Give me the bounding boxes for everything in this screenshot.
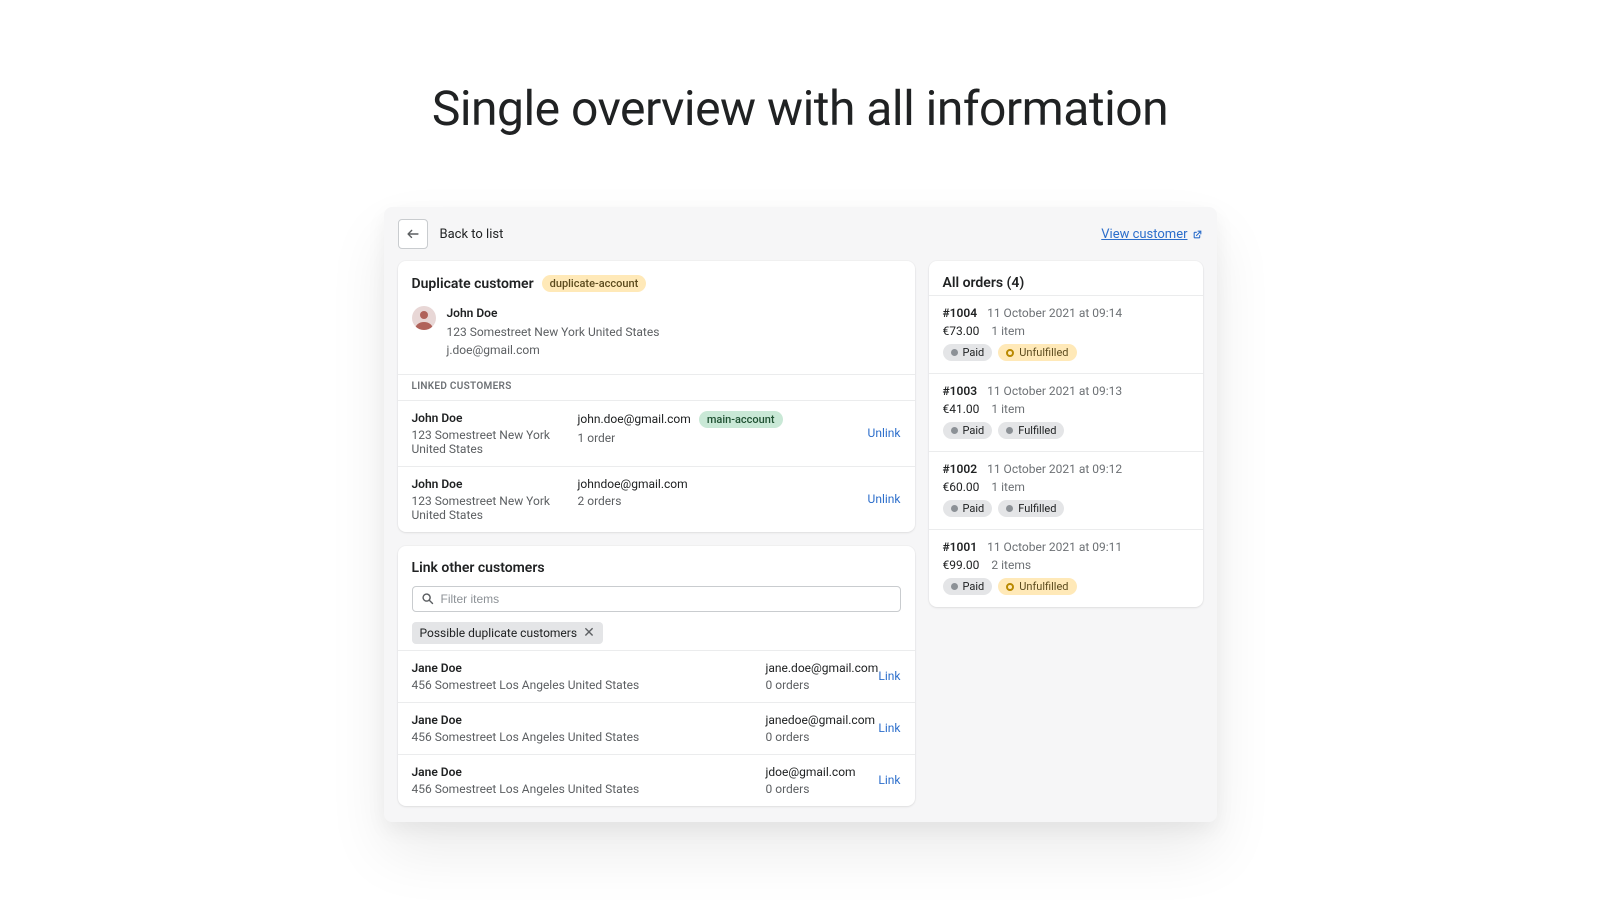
order-row: #1002 11 October 2021 at 09:12 €60.00 1 … [929, 451, 1203, 529]
candidate-orders: 0 orders [766, 678, 879, 692]
paid-badge: Paid [943, 578, 993, 595]
linked-name: John Doe [412, 477, 578, 491]
candidate-address: 456 Somestreet Los Angeles United States [412, 678, 766, 692]
paid-badge: Paid [943, 344, 993, 361]
unlink-button[interactable]: Unlink [868, 426, 901, 440]
order-price: €41.00 [943, 402, 980, 416]
back-label: Back to list [440, 227, 504, 242]
order-id: #1001 [943, 540, 978, 554]
duplicate-account-tag: duplicate-account [542, 275, 647, 292]
filter-chip-label: Possible duplicate customers [420, 626, 578, 640]
customer-email: j.doe@gmail.com [447, 341, 660, 360]
duplicate-customer-card: Duplicate customer duplicate-account Joh… [398, 261, 915, 532]
candidate-name: Jane Doe [412, 713, 766, 727]
unfulfilled-badge: Unfulfilled [998, 344, 1076, 361]
topbar: Back to list View customer [384, 207, 1217, 259]
candidate-orders: 0 orders [766, 730, 879, 744]
linked-orders: 2 orders [578, 494, 868, 508]
order-date: 11 October 2021 at 09:13 [987, 384, 1122, 398]
link-button[interactable]: Link [878, 669, 900, 683]
paid-badge: Paid [943, 422, 993, 439]
candidate-address: 456 Somestreet Los Angeles United States [412, 782, 766, 796]
candidate-email: janedoe@gmail.com [766, 713, 879, 727]
app-shell: Back to list View customer Duplicate cus… [384, 207, 1217, 822]
view-customer-label: View customer [1101, 227, 1187, 242]
link-other-title: Link other customers [398, 546, 915, 586]
order-id: #1002 [943, 462, 978, 476]
candidate-name: Jane Doe [412, 661, 766, 675]
back-button[interactable] [398, 219, 428, 249]
candidate-row: Jane Doe 456 Somestreet Los Angeles Unit… [398, 754, 915, 806]
link-button[interactable]: Link [878, 721, 900, 735]
linked-address: 123 Somestreet New York United States [412, 494, 578, 522]
orders-card: All orders (4) #1004 11 October 2021 at … [929, 261, 1203, 607]
order-price: €60.00 [943, 480, 980, 494]
unfulfilled-badge: Unfulfilled [998, 578, 1076, 595]
linked-address: 123 Somestreet New York United States [412, 428, 578, 456]
candidate-email: jdoe@gmail.com [766, 765, 879, 779]
fulfilled-badge: Fulfilled [998, 500, 1064, 517]
linked-customer-row: John Doe 123 Somestreet New York United … [398, 400, 915, 466]
main-account-tag: main-account [699, 411, 783, 428]
order-id: #1004 [943, 306, 978, 320]
filter-chip[interactable]: Possible duplicate customers ✕ [412, 622, 603, 644]
order-date: 11 October 2021 at 09:14 [987, 306, 1122, 320]
candidate-email: jane.doe@gmail.com [766, 661, 879, 675]
link-other-card: Link other customers Possible duplicate … [398, 546, 915, 806]
fulfilled-badge: Fulfilled [998, 422, 1064, 439]
candidate-row: Jane Doe 456 Somestreet Los Angeles Unit… [398, 650, 915, 702]
order-date: 11 October 2021 at 09:11 [987, 540, 1122, 554]
close-icon[interactable]: ✕ [583, 626, 595, 640]
linked-email: john.doe@gmail.com [578, 412, 691, 426]
search-icon [421, 592, 435, 606]
candidate-row: Jane Doe 456 Somestreet Los Angeles Unit… [398, 702, 915, 754]
order-items: 2 items [991, 558, 1031, 572]
order-row: #1003 11 October 2021 at 09:13 €41.00 1 … [929, 373, 1203, 451]
duplicate-title: Duplicate customer [412, 276, 534, 292]
paid-badge: Paid [943, 500, 993, 517]
orders-title: All orders (4) [929, 261, 1203, 295]
order-date: 11 October 2021 at 09:12 [987, 462, 1122, 476]
order-price: €73.00 [943, 324, 980, 338]
order-items: 1 item [991, 480, 1024, 494]
filter-input[interactable] [441, 592, 892, 606]
order-row: #1001 11 October 2021 at 09:11 €99.00 2 … [929, 529, 1203, 607]
linked-orders: 1 order [578, 431, 868, 445]
linked-name: John Doe [412, 411, 578, 425]
linked-customers-label: LINKED CUSTOMERS [398, 374, 915, 400]
avatar [412, 306, 436, 330]
linked-email: johndoe@gmail.com [578, 477, 688, 491]
order-items: 1 item [991, 402, 1024, 416]
order-price: €99.00 [943, 558, 980, 572]
linked-customer-row: John Doe 123 Somestreet New York United … [398, 466, 915, 532]
customer-name: John Doe [447, 304, 660, 323]
search-box[interactable] [412, 586, 901, 612]
order-items: 1 item [991, 324, 1024, 338]
unlink-button[interactable]: Unlink [868, 492, 901, 506]
customer-address: 123 Somestreet New York United States [447, 323, 660, 342]
order-id: #1003 [943, 384, 978, 398]
link-button[interactable]: Link [878, 773, 900, 787]
candidate-orders: 0 orders [766, 782, 879, 796]
arrow-left-icon [406, 227, 420, 241]
page-headline: Single overview with all information [0, 0, 1600, 207]
order-row: #1004 11 October 2021 at 09:14 €73.00 1 … [929, 295, 1203, 373]
external-link-icon [1192, 229, 1203, 240]
view-customer-link[interactable]: View customer [1101, 227, 1202, 242]
candidate-name: Jane Doe [412, 765, 766, 779]
candidate-address: 456 Somestreet Los Angeles United States [412, 730, 766, 744]
